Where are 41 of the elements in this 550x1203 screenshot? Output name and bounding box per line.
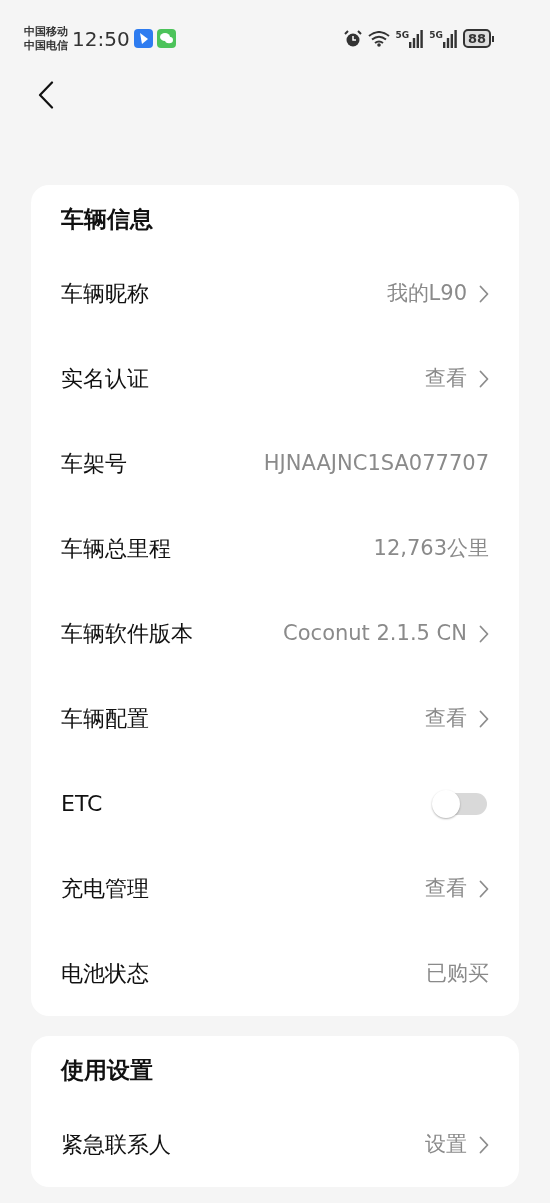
- chevron-right-icon: [479, 1135, 489, 1154]
- row-value: 查看: [425, 874, 467, 902]
- row-label: 车辆昵称: [61, 280, 149, 308]
- clock: 12:50: [72, 25, 130, 53]
- chevron-right-icon: [479, 709, 489, 728]
- back-icon[interactable]: [38, 81, 54, 109]
- network-type-label: 5G: [395, 29, 410, 40]
- row-label: 紧急联系人: [61, 1131, 171, 1159]
- row-label: 车架号: [61, 450, 127, 478]
- app-notification-icon: [133, 29, 153, 48]
- row-label: 车辆软件版本: [61, 620, 193, 648]
- etc-toggle[interactable]: [431, 788, 487, 819]
- section-title: 车辆信息: [61, 204, 153, 234]
- chat-notification-icon: [156, 29, 176, 48]
- carrier-name: 中国电信: [24, 38, 68, 53]
- chevron-right-icon: [479, 879, 489, 898]
- chevron-right-icon: [479, 624, 489, 643]
- signal-icon: [442, 29, 457, 48]
- carrier-name: 中国移动: [24, 24, 68, 39]
- row-value: Coconut 2.1.5 CN: [283, 619, 467, 647]
- row-label: 车辆总里程: [61, 535, 171, 563]
- row-value: 查看: [425, 704, 467, 732]
- alarm-icon: [343, 29, 362, 48]
- network-type-label: 5G: [429, 29, 443, 40]
- chevron-right-icon: [479, 369, 489, 388]
- row-value: 查看: [425, 364, 467, 392]
- row-value: HJNAAJNC1SA077707: [263, 449, 489, 477]
- battery-indicator: 88: [462, 29, 494, 48]
- row-value: 设置: [425, 1130, 467, 1158]
- row-label: 实名认证: [61, 365, 149, 393]
- row-label: 充电管理: [61, 875, 149, 903]
- section-title: 使用设置: [61, 1055, 153, 1085]
- chevron-right-icon: [479, 284, 489, 303]
- row-value: 已购买: [426, 959, 489, 987]
- row-value: 我的L90: [386, 279, 467, 307]
- row-label: 车辆配置: [61, 705, 149, 733]
- row-value: 12,763公里: [373, 534, 489, 562]
- wifi-icon: [367, 30, 390, 47]
- row-label: 电池状态: [61, 960, 149, 988]
- row-label: ETC: [61, 790, 103, 818]
- signal-icon: [409, 29, 424, 48]
